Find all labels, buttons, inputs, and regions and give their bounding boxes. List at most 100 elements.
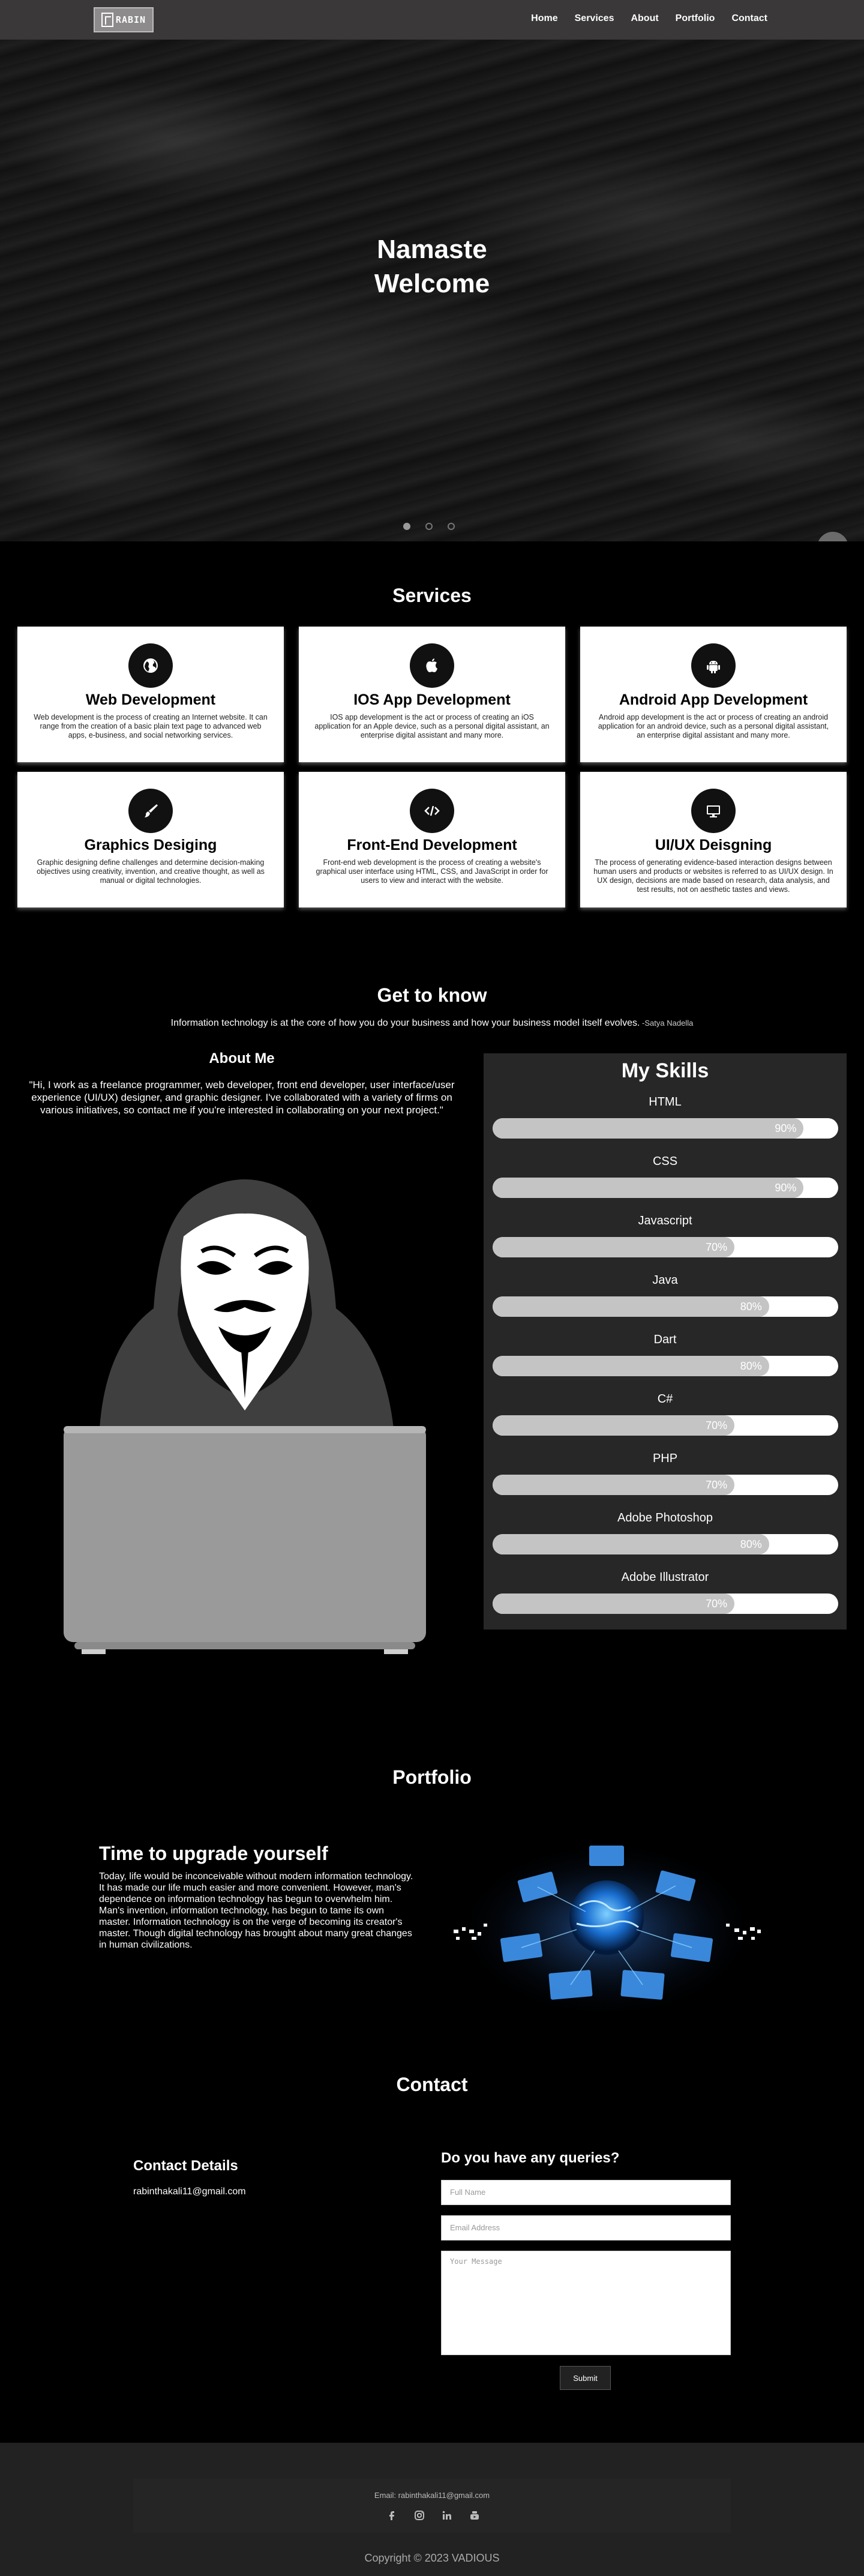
skill-percent: 70%	[706, 1598, 728, 1610]
skill-bar-fill: 70%	[493, 1475, 735, 1495]
contact-details-title: Contact Details	[133, 2158, 238, 2174]
email-address-input[interactable]: Email Address	[441, 2215, 731, 2240]
skill-bar-fill: 90%	[493, 1178, 804, 1198]
instagram-icon[interactable]	[413, 2509, 426, 2522]
skill-bar: 80%	[493, 1356, 838, 1376]
service-text: The process of generating evidence-based…	[593, 858, 833, 894]
skill-bar: 80%	[493, 1296, 838, 1317]
nav-menu: Home Services About Portfolio Contact	[531, 13, 767, 24]
skill-bar: 90%	[493, 1118, 838, 1139]
copyright: Copyright © 2023 VADIOUS	[364, 2552, 500, 2564]
code-icon	[410, 789, 454, 833]
service-title: Web Development	[85, 691, 216, 708]
skill-bar: 70%	[493, 1593, 838, 1614]
service-text: Front-end web development is the process…	[316, 858, 548, 885]
about-text: "Hi, I work as a freelance programmer, w…	[29, 1079, 455, 1116]
skill-bar-fill: 70%	[493, 1237, 735, 1257]
skill-name: Adobe Illustrator	[621, 1571, 709, 1584]
portfolio-text: Today, life would be inconceivable witho…	[99, 1871, 413, 1950]
hero-line-1: Namaste	[377, 235, 487, 264]
hacker-illustration	[64, 1179, 426, 1654]
social-links	[385, 2509, 481, 2522]
service-card-android: Android App Development Android app deve…	[580, 627, 847, 762]
portfolio-title: Portfolio	[392, 1766, 472, 1788]
skill-percent: 90%	[775, 1182, 797, 1194]
skill-name: Java	[652, 1274, 678, 1287]
message-textarea[interactable]: Your Message	[441, 2251, 731, 2355]
skill-percent: 80%	[740, 1360, 762, 1372]
facebook-icon[interactable]	[385, 2509, 398, 2522]
hero-banner: Namaste Welcome	[0, 40, 864, 541]
desktop-icon	[691, 789, 736, 833]
nav-services[interactable]: Services	[575, 13, 614, 24]
service-card-uiux: UI/UX Deisgning The process of generatin…	[580, 772, 847, 907]
skill-name: Javascript	[638, 1214, 692, 1227]
tech-globe-image	[454, 1840, 761, 2020]
service-title: UI/UX Deisgning	[655, 837, 772, 853]
scroll-top-button[interactable]	[817, 532, 848, 541]
skill-percent: 70%	[706, 1241, 728, 1253]
service-title: Android App Development	[619, 691, 808, 708]
skill-bar-fill: 70%	[493, 1593, 735, 1614]
carousel-dot-3[interactable]	[448, 523, 455, 530]
globe-icon	[128, 643, 173, 688]
apple-icon	[410, 643, 454, 688]
skill-percent: 80%	[740, 1301, 762, 1313]
logo[interactable]: RABIN	[94, 7, 154, 32]
contact-email[interactable]: rabinthakali11@gmail.com	[133, 2186, 246, 2197]
skill-bar: 90%	[493, 1178, 838, 1198]
quote: Information technology is at the core of…	[0, 1018, 864, 1029]
skill-name: CSS	[652, 1155, 678, 1168]
service-text: Android app development is the act or pr…	[598, 713, 829, 739]
youtube-icon[interactable]	[468, 2509, 481, 2522]
quote-text: Information technology is at the core of…	[170, 1018, 640, 1028]
skill-bar-fill: 80%	[493, 1356, 769, 1376]
skill-percent: 70%	[706, 1419, 728, 1431]
about-title: About Me	[209, 1050, 275, 1067]
skill-percent: 70%	[706, 1479, 728, 1491]
carousel-dot-2[interactable]	[425, 523, 433, 530]
skill-name: PHP	[652, 1452, 678, 1465]
service-card-frontend: Front-End Development Front-end web deve…	[299, 772, 565, 907]
skill-name: Dart	[653, 1333, 677, 1346]
nav-about[interactable]: About	[631, 13, 658, 24]
footer: Email: rabinthakali11@gmail.com Copyrigh…	[0, 2443, 864, 2576]
service-text: Graphic designing define challenges and …	[37, 858, 265, 885]
skill-bar-fill: 80%	[493, 1534, 769, 1554]
nav-contact[interactable]: Contact	[731, 13, 767, 24]
skill-percent: 90%	[775, 1122, 797, 1134]
nav-portfolio[interactable]: Portfolio	[676, 13, 715, 24]
service-card-graphics: Graphics Desiging Graphic designing defi…	[17, 772, 284, 907]
skill-bar: 70%	[493, 1237, 838, 1257]
portfolio-heading: Time to upgrade yourself	[99, 1843, 328, 1864]
navbar: RABIN Home Services About Portfolio Cont…	[0, 0, 864, 40]
page: RABIN Home Services About Portfolio Cont…	[0, 0, 864, 2576]
service-title: Front-End Development	[347, 837, 517, 853]
skills-title: My Skills	[621, 1059, 709, 1082]
service-title: Graphics Desiging	[84, 837, 217, 853]
know-title: Get to know	[377, 984, 487, 1006]
services-title: Services	[392, 585, 472, 606]
nav-home[interactable]: Home	[531, 13, 557, 24]
skill-bar: 80%	[493, 1534, 838, 1554]
skill-bar: 70%	[493, 1475, 838, 1495]
service-card-web: Web Development Web development is the p…	[17, 627, 284, 762]
android-icon	[691, 643, 736, 688]
skill-name: Adobe Photoshop	[617, 1511, 713, 1524]
footer-box	[133, 2479, 731, 2533]
logo-text: RABIN	[115, 14, 146, 25]
quote-author: -Satya Nadella	[640, 1019, 694, 1028]
carousel-dot-1[interactable]	[403, 523, 410, 530]
skill-percent: 80%	[740, 1538, 762, 1550]
full-name-input[interactable]: Full Name	[441, 2180, 731, 2205]
linkedin-icon[interactable]	[440, 2509, 454, 2522]
logo-mark-icon	[101, 13, 113, 27]
queries-title: Do you have any queries?	[441, 2150, 620, 2166]
contact-title: Contact	[396, 2074, 468, 2095]
skill-name: C#	[657, 1392, 673, 1406]
service-title: IOS App Development	[353, 691, 511, 708]
submit-button[interactable]: Submit	[560, 2366, 611, 2390]
carousel-indicators	[403, 523, 455, 530]
skill-bar-fill: 80%	[493, 1296, 769, 1317]
skill-name: HTML	[649, 1095, 682, 1109]
